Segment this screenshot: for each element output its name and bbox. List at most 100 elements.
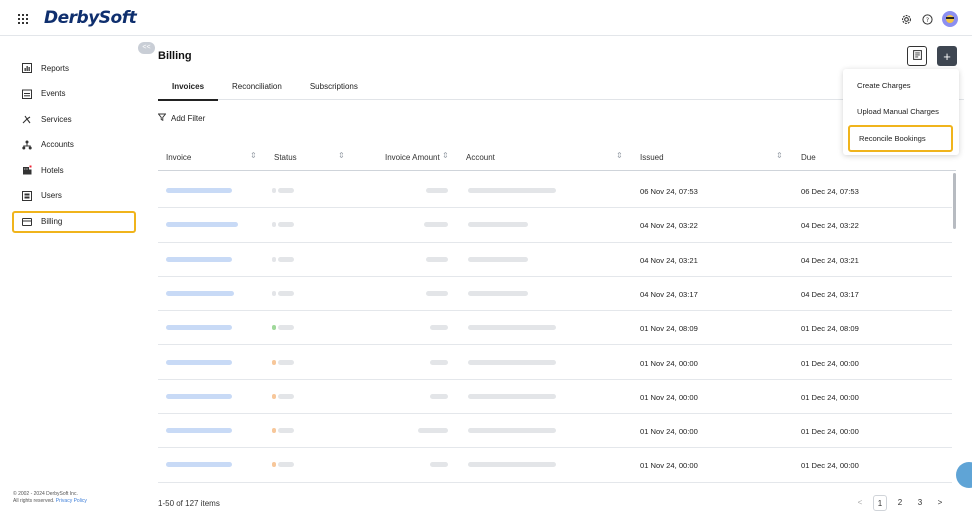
grid-menu-icon[interactable] (18, 14, 28, 24)
column-status[interactable]: Status (274, 153, 297, 162)
account-redacted (468, 325, 556, 331)
status-dot (272, 393, 276, 399)
sidebar-item-billing[interactable]: Billing (12, 210, 136, 233)
issued-date: 04 Nov 24, 03:21 (640, 255, 698, 265)
prev-page-button[interactable]: < (853, 495, 867, 511)
sidebar-item-users[interactable]: Users (12, 185, 136, 207)
user-avatar[interactable] (942, 11, 958, 27)
svg-text:?: ? (925, 15, 928, 23)
issued-date: 01 Nov 24, 00:00 (640, 461, 698, 471)
tab-invoices[interactable]: Invoices (158, 77, 219, 101)
sidebar-item-services[interactable]: Services (12, 108, 136, 130)
amount-redacted (426, 290, 448, 296)
due-date: 01 Dec 24, 08:09 (801, 324, 859, 334)
pagination: < 1 2 3 > (853, 495, 947, 511)
sidebar-item-events[interactable]: Events (12, 83, 136, 105)
menu-item-upload-manual-charges[interactable]: Upload Manual Charges (843, 99, 959, 125)
invoice-number-redacted[interactable] (166, 462, 232, 468)
invoice-number-redacted[interactable] (166, 393, 232, 399)
invoice-number-redacted[interactable] (166, 188, 232, 193)
pagination-summary: 1-50 of 127 items (158, 499, 220, 508)
page-3-button[interactable]: 3 (913, 495, 927, 511)
chat-bubble-button[interactable] (956, 462, 972, 488)
table-row[interactable]: 01 Nov 24, 00:00 01 Dec 24, 00:00 (158, 414, 952, 449)
tab-subscriptions[interactable]: Subscriptions (296, 77, 372, 99)
sort-icon[interactable]: ⇕ (442, 151, 449, 160)
amount-redacted (430, 359, 448, 365)
column-account[interactable]: Account (466, 153, 495, 162)
status-redacted (278, 290, 294, 296)
table-row[interactable]: 01 Nov 24, 00:00 01 Dec 24, 00:00 (158, 448, 952, 483)
privacy-policy-link[interactable]: Privacy Policy (56, 498, 87, 504)
amount-redacted (424, 222, 448, 228)
account-redacted (468, 359, 556, 365)
tab-reconciliation[interactable]: Reconciliation (218, 77, 296, 99)
billing-icon (22, 217, 32, 227)
events-icon (22, 89, 32, 99)
sort-icon[interactable]: ⇕ (338, 151, 345, 160)
column-invoice[interactable]: Invoice (166, 153, 191, 162)
sidebar-item-label: Events (41, 89, 66, 99)
amount-redacted (426, 188, 448, 193)
add-filter-label: Add Filter (171, 113, 206, 123)
reports-icon (22, 63, 32, 73)
table-row[interactable]: 06 Nov 24, 07:53 06 Dec 24, 07:53 (158, 174, 952, 209)
status-dot (272, 256, 276, 262)
page-2-button[interactable]: 2 (893, 495, 907, 511)
account-redacted (468, 290, 528, 296)
amount-redacted (430, 325, 448, 331)
account-redacted (468, 428, 556, 434)
settings-icon[interactable] (900, 13, 912, 25)
sidebar-item-hotels[interactable]: Hotels (12, 159, 136, 181)
invoice-number-redacted[interactable] (166, 290, 234, 296)
next-page-button[interactable]: > (933, 495, 947, 511)
column-due[interactable]: Due (801, 153, 816, 162)
status-dot (272, 359, 276, 365)
add-filter-button[interactable]: Add Filter (157, 113, 206, 123)
status-dot (272, 222, 276, 228)
column-issued[interactable]: Issued (640, 153, 664, 162)
menu-item-create-charges[interactable]: Create Charges (843, 73, 959, 99)
amount-redacted (418, 428, 448, 434)
account-redacted (468, 188, 556, 193)
services-icon (22, 114, 32, 124)
invoice-number-redacted[interactable] (166, 256, 232, 262)
add-button[interactable]: + (937, 46, 957, 66)
status-redacted (278, 393, 294, 399)
page-1-button[interactable]: 1 (873, 495, 887, 511)
collapse-sidebar-button[interactable]: << (138, 42, 155, 54)
sidebar: Reports Events Services Accounts Hotels … (0, 37, 147, 523)
help-icon[interactable]: ? (921, 13, 933, 25)
table-row[interactable]: 04 Nov 24, 03:17 04 Dec 24, 03:17 (158, 277, 952, 312)
document-button[interactable] (907, 46, 927, 66)
table-row[interactable]: 04 Nov 24, 03:22 04 Dec 24, 03:22 (158, 208, 952, 243)
account-redacted (468, 222, 528, 228)
column-invoice-amount[interactable]: Invoice Amount (385, 153, 440, 162)
status-redacted (278, 256, 294, 262)
due-date: 01 Dec 24, 00:00 (801, 427, 859, 437)
table-row[interactable]: 01 Nov 24, 00:00 01 Dec 24, 00:00 (158, 346, 952, 380)
sidebar-item-label: Users (41, 191, 62, 201)
invoice-number-redacted[interactable] (166, 325, 232, 331)
status-redacted (278, 462, 294, 468)
rights-line: All rights reserved. Privacy Policy (13, 498, 87, 505)
sidebar-item-reports[interactable]: Reports (12, 57, 136, 79)
due-date: 06 Dec 24, 07:53 (801, 187, 859, 196)
invoice-number-redacted[interactable] (166, 359, 232, 365)
invoice-number-redacted[interactable] (166, 428, 232, 434)
table-row[interactable]: 01 Nov 24, 08:09 01 Dec 24, 08:09 (158, 311, 952, 346)
table-scrollbar[interactable] (953, 173, 956, 229)
sort-icon[interactable]: ⇕ (250, 151, 257, 160)
issued-date: 01 Nov 24, 08:09 (640, 324, 698, 334)
sort-icon[interactable]: ⇕ (776, 151, 783, 160)
page-title: Billing (158, 50, 192, 62)
menu-item-reconcile-bookings[interactable]: Reconcile Bookings (848, 125, 953, 152)
sidebar-item-accounts[interactable]: Accounts (12, 134, 136, 156)
invoice-number-redacted[interactable] (166, 222, 238, 228)
table-row[interactable]: 04 Nov 24, 03:21 04 Dec 24, 03:21 (158, 243, 952, 277)
sidebar-item-label: Accounts (41, 140, 74, 150)
status-dot (272, 462, 276, 468)
table-row[interactable]: 01 Nov 24, 00:00 01 Dec 24, 00:00 (158, 380, 952, 415)
sort-icon[interactable]: ⇕ (616, 151, 623, 160)
document-icon (912, 50, 922, 62)
